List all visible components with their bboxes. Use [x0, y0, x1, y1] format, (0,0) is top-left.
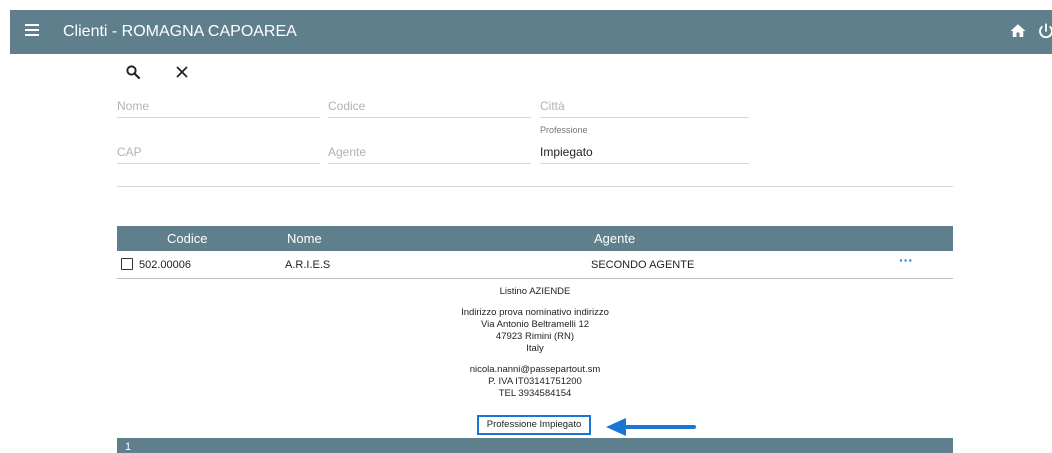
- power-icon[interactable]: [1037, 22, 1052, 40]
- app-bar: Clienti - ROMAGNA CAPOAREA: [10, 10, 1052, 54]
- detail-paese: Italy: [526, 343, 544, 354]
- professione-value: Impiegato: [540, 145, 593, 159]
- nome-field[interactable]: Nome: [117, 95, 320, 118]
- agente-placeholder: Agente: [328, 145, 367, 159]
- home-icon[interactable]: [1009, 22, 1027, 40]
- detail-piva: P. IVA IT03141751200: [488, 376, 582, 387]
- search-icon[interactable]: [124, 63, 142, 81]
- detail-citta: 47923 Rimini (RN): [495, 331, 575, 342]
- divider: [117, 186, 953, 187]
- agente-field[interactable]: Agente: [328, 141, 531, 164]
- professione-field[interactable]: Professione Impiegato: [540, 125, 749, 164]
- detail-tel: TEL 3934584154: [498, 388, 572, 399]
- row-detail: Listino AZIENDE Indirizzo prova nominati…: [117, 286, 953, 400]
- detail-email: nicola.nanni@passepartout.sm: [469, 364, 601, 375]
- codice-field[interactable]: Codice: [328, 95, 531, 118]
- arrow-left-icon: [606, 418, 696, 436]
- menu-icon[interactable]: [22, 21, 42, 41]
- citta-placeholder: Città: [540, 99, 565, 113]
- pagination-bar: 1: [117, 438, 953, 453]
- detail-listino: Listino AZIENDE: [499, 286, 571, 297]
- cap-field[interactable]: CAP: [117, 141, 320, 164]
- close-icon[interactable]: [173, 63, 191, 81]
- col-codice[interactable]: Codice: [167, 231, 207, 246]
- citta-field[interactable]: Città: [540, 95, 749, 118]
- page-title: Clienti - ROMAGNA CAPOAREA: [63, 23, 297, 40]
- table-header: Codice Nome Agente: [117, 226, 953, 251]
- more-actions-icon[interactable]: ···: [899, 252, 913, 268]
- detail-indirizzo: Indirizzo prova nominativo indirizzo: [461, 307, 609, 318]
- detail-via: Via Antonio Beltramelli 12: [480, 319, 590, 330]
- page-number[interactable]: 1: [125, 441, 131, 453]
- cell-agente: SECONDO AGENTE: [591, 259, 695, 271]
- table-row[interactable]: 502.00006 A.R.I.E.S SECONDO AGENTE ···: [117, 251, 953, 279]
- col-agente[interactable]: Agente: [594, 231, 635, 246]
- row-checkbox[interactable]: [121, 258, 133, 270]
- professione-highlight: Professione Impiegato: [477, 415, 591, 435]
- nome-placeholder: Nome: [117, 99, 150, 113]
- codice-placeholder: Codice: [328, 99, 366, 113]
- cap-placeholder: CAP: [117, 145, 142, 159]
- professione-label: Professione: [540, 125, 588, 135]
- cell-nome: A.R.I.E.S: [285, 259, 331, 271]
- cell-codice: 502.00006: [139, 259, 191, 271]
- col-nome[interactable]: Nome: [287, 231, 322, 246]
